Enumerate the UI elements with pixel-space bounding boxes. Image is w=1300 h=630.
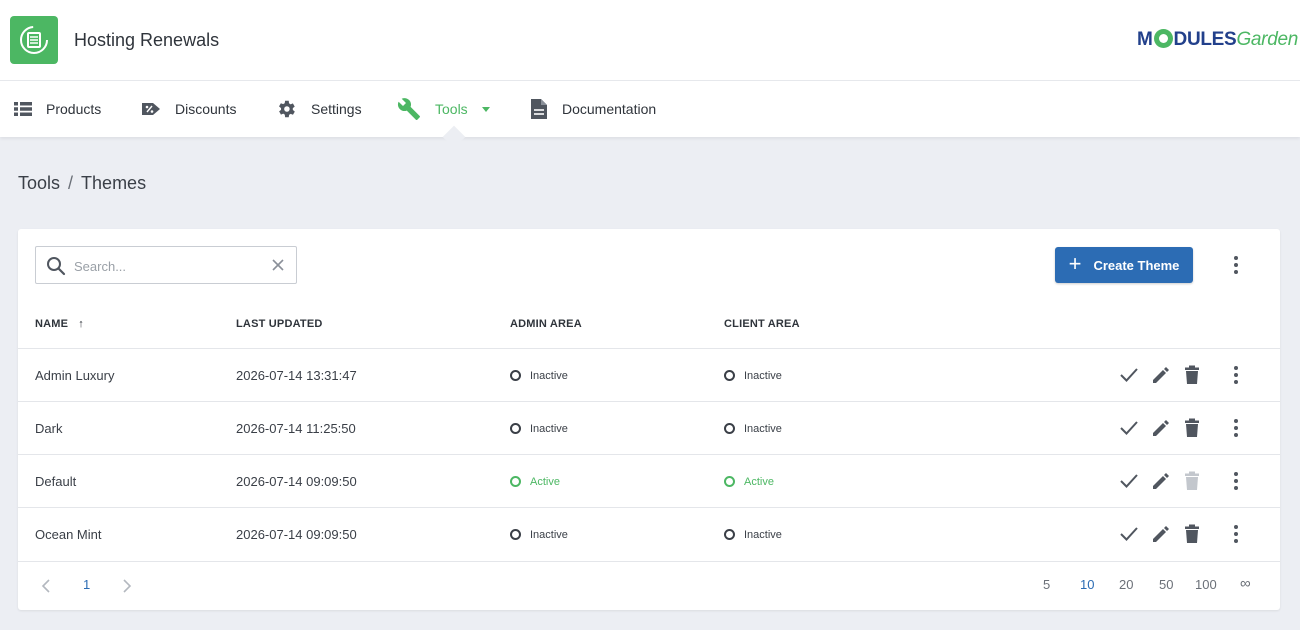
sort-arrow-icon: ↑ bbox=[78, 318, 84, 330]
admin-area-status: Inactive bbox=[510, 369, 568, 382]
delete-trash-icon[interactable] bbox=[1183, 365, 1201, 385]
last-updated: 2026-07-14 09:09:50 bbox=[236, 474, 357, 489]
chevron-left-icon[interactable] bbox=[41, 579, 51, 593]
admin-area-status: Inactive bbox=[510, 422, 568, 435]
chevron-down-icon[interactable] bbox=[481, 106, 490, 112]
status-dot-icon bbox=[510, 422, 521, 434]
theme-name: Default bbox=[35, 474, 77, 489]
top-header: Hosting Renewals M DULESGarden bbox=[0, 0, 1300, 81]
app-icon bbox=[10, 16, 58, 64]
table-row[interactable]: Default 2026-07-14 09:09:50 Active Active bbox=[18, 454, 1280, 507]
brand-logo[interactable]: M DULESGarden bbox=[1137, 29, 1298, 51]
main-nav: Products Discounts Settings Tools Docume… bbox=[0, 81, 1300, 137]
search-icon bbox=[47, 257, 66, 276]
edit-pencil-icon[interactable] bbox=[1151, 418, 1171, 438]
activate-check-icon[interactable] bbox=[1119, 524, 1139, 544]
edit-pencil-icon[interactable] bbox=[1151, 471, 1171, 491]
theme-name: Admin Luxury bbox=[35, 368, 115, 383]
chevron-right-icon[interactable] bbox=[122, 579, 132, 593]
theme-name: Dark bbox=[35, 421, 63, 436]
themes-card: + Create Theme NAME↑ LAST UPDATED ADMIN … bbox=[18, 229, 1280, 610]
nav-item-tools[interactable]: Tools bbox=[397, 81, 490, 137]
status-dot-icon bbox=[510, 528, 521, 540]
theme-name: Ocean Mint bbox=[35, 527, 102, 542]
document-icon bbox=[531, 99, 547, 119]
client-area-status: Active bbox=[724, 475, 774, 488]
delete-trash-icon bbox=[1185, 471, 1199, 490]
page-size-option[interactable]: 20 bbox=[1119, 577, 1133, 592]
search-input[interactable] bbox=[74, 256, 264, 276]
client-area-status: Inactive bbox=[724, 422, 782, 435]
create-theme-button[interactable]: + Create Theme bbox=[1055, 247, 1193, 283]
nav-item-documentation[interactable]: Documentation bbox=[530, 81, 656, 137]
activate-check-icon[interactable] bbox=[1119, 365, 1139, 385]
table-row[interactable]: Admin Luxury 2026-07-14 13:31:47 Inactive I… bbox=[18, 348, 1280, 401]
search-box[interactable] bbox=[35, 246, 297, 284]
page-number[interactable]: 1 bbox=[83, 577, 90, 592]
row-more-options-icon[interactable] bbox=[1226, 418, 1246, 438]
row-more-options-icon[interactable] bbox=[1226, 524, 1246, 544]
page-size-option[interactable]: 10 bbox=[1080, 577, 1094, 592]
client-area-status: Inactive bbox=[724, 369, 782, 382]
status-dot-icon bbox=[724, 475, 735, 487]
status-dot-icon bbox=[724, 369, 735, 381]
nav-item-settings[interactable]: Settings bbox=[275, 81, 362, 137]
page-size-option[interactable]: 50 bbox=[1159, 577, 1173, 592]
logo-o-icon bbox=[1153, 29, 1173, 48]
breadcrumb: Tools / Themes bbox=[18, 173, 146, 194]
gear-icon bbox=[279, 100, 295, 118]
pagination-bar: 1 5 10 20 50 100 ∞ bbox=[18, 561, 1280, 610]
column-header-client-area[interactable]: CLIENT AREA bbox=[724, 318, 800, 330]
column-header-admin-area[interactable]: ADMIN AREA bbox=[510, 318, 582, 330]
server-renew-icon bbox=[20, 26, 48, 54]
app-title: Hosting Renewals bbox=[74, 30, 220, 50]
status-dot-icon bbox=[724, 422, 735, 434]
edit-pencil-icon[interactable] bbox=[1151, 365, 1171, 385]
close-icon[interactable] bbox=[270, 257, 286, 273]
last-updated: 2026-07-14 11:25:50 bbox=[236, 421, 356, 436]
column-header-name[interactable]: NAME ↑ bbox=[35, 318, 84, 330]
table-row[interactable]: Dark 2026-07-14 11:25:50 Inactive Inactive bbox=[18, 401, 1280, 454]
admin-area-status: Inactive bbox=[510, 528, 568, 541]
last-updated: 2026-07-14 09:09:50 bbox=[236, 527, 357, 542]
delete-trash-icon[interactable] bbox=[1183, 524, 1201, 544]
list-icon bbox=[14, 102, 32, 116]
breadcrumb-current: Themes bbox=[81, 173, 147, 193]
table-row[interactable]: Ocean Mint 2026-07-14 09:09:50 Inactive Ina… bbox=[18, 507, 1280, 560]
column-header-last-updated[interactable]: LAST UPDATED bbox=[236, 318, 323, 330]
status-dot-icon bbox=[724, 528, 735, 540]
breadcrumb-parent[interactable]: Tools bbox=[18, 173, 60, 193]
activate-check-icon[interactable] bbox=[1119, 471, 1139, 491]
page-size-option[interactable]: 5 bbox=[1043, 577, 1050, 592]
nav-item-products[interactable]: Products bbox=[14, 81, 101, 137]
admin-area-status: Active bbox=[510, 475, 560, 488]
page-size-option[interactable]: ∞ bbox=[1240, 575, 1251, 592]
nav-item-discounts[interactable]: Discounts bbox=[141, 81, 236, 137]
delete-trash-icon[interactable] bbox=[1183, 418, 1201, 438]
last-updated: 2026-07-14 13:31:47 bbox=[236, 368, 357, 383]
client-area-status: Inactive bbox=[724, 528, 782, 541]
edit-pencil-icon[interactable] bbox=[1151, 524, 1171, 544]
plus-icon: + bbox=[1068, 251, 1082, 276]
row-more-options-icon[interactable] bbox=[1226, 365, 1246, 385]
breadcrumb-separator: / bbox=[68, 173, 74, 193]
activate-check-icon[interactable] bbox=[1119, 418, 1139, 438]
row-more-options-icon[interactable] bbox=[1226, 471, 1246, 491]
tag-percent-icon bbox=[142, 103, 160, 115]
page-size-option[interactable]: 100 bbox=[1195, 577, 1217, 592]
wrench-icon bbox=[397, 98, 420, 120]
status-dot-icon bbox=[510, 475, 521, 487]
status-dot-icon bbox=[510, 369, 521, 381]
more-options-icon[interactable] bbox=[1226, 255, 1246, 275]
